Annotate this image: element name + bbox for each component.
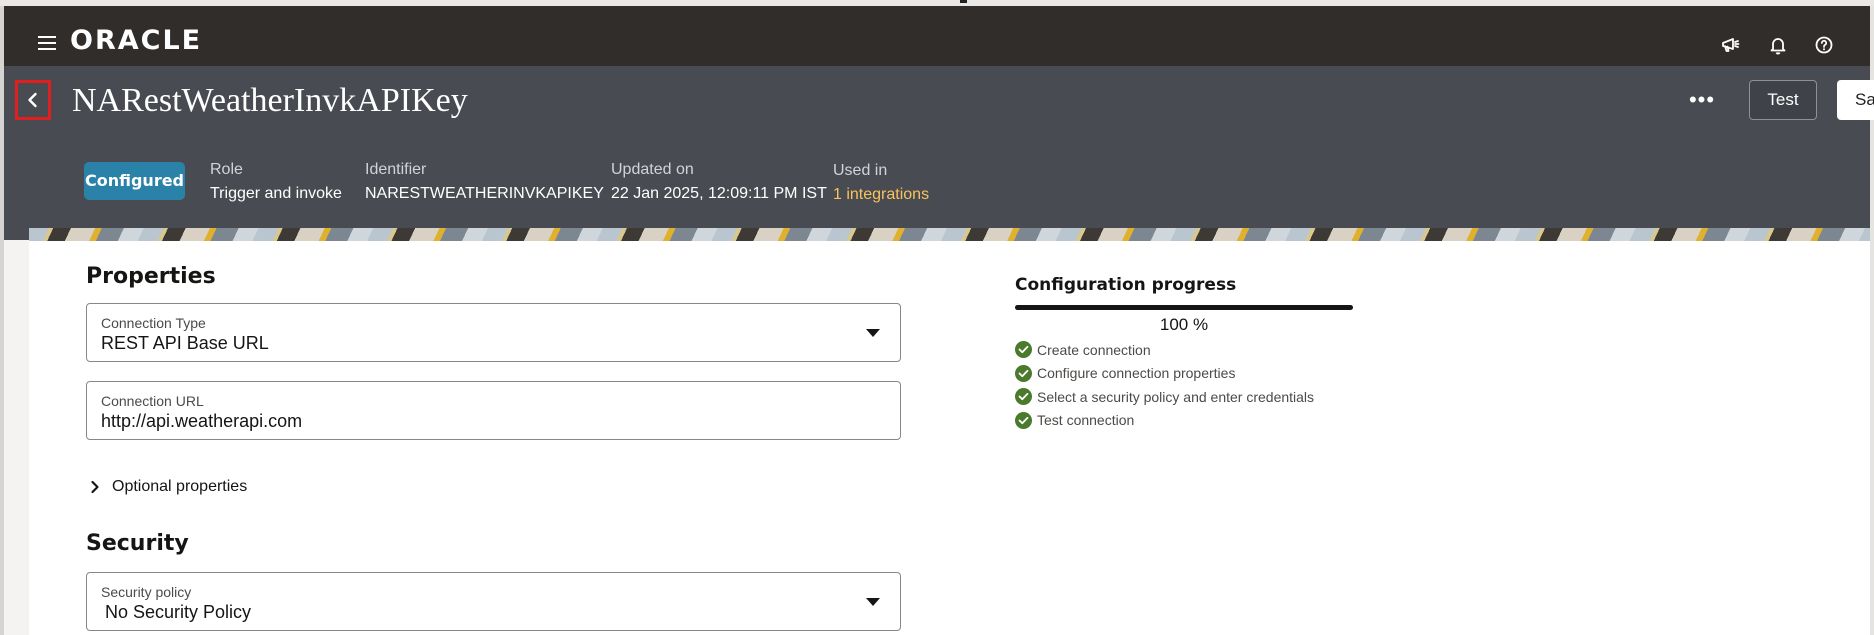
security-policy-value: No Security Policy bbox=[105, 602, 252, 622]
meta-used-in: Used in 1 integrations bbox=[833, 161, 929, 205]
check-circle-icon bbox=[1015, 411, 1032, 429]
security-policy-select[interactable]: Security policy No Security Policy bbox=[86, 572, 901, 631]
properties-heading: Properties bbox=[86, 264, 216, 289]
meta-updated: Updated on 22 Jan 2025, 12:09:11 PM IST bbox=[611, 160, 827, 204]
configuration-progress-title: Configuration progress bbox=[1015, 275, 1237, 295]
test-button[interactable]: Test bbox=[1749, 80, 1817, 120]
meta-role-label: Role bbox=[210, 161, 243, 178]
bell-icon[interactable] bbox=[1766, 33, 1790, 57]
check-circle-icon bbox=[1015, 388, 1032, 406]
page-header: NARestWeatherInvkAPIKey ••• Test Sa Conf… bbox=[4, 66, 1874, 240]
meta-identifier-label: Identifier bbox=[365, 161, 427, 178]
progress-step-label: Test connection bbox=[1037, 412, 1135, 429]
meta-used-in-label: Used in bbox=[833, 162, 888, 179]
meta-identifier: Identifier NARESTWEATHERINVKAPIKEY bbox=[365, 160, 604, 204]
connection-url-value: http://api.weatherapi.com bbox=[101, 411, 303, 431]
connection-url-label: Connection URL bbox=[101, 393, 204, 409]
back-button[interactable] bbox=[15, 80, 51, 120]
progress-step: Select a security policy and enter crede… bbox=[1015, 385, 1314, 409]
progress-bar bbox=[1015, 305, 1353, 310]
window-top-tick bbox=[960, 0, 967, 3]
meta-updated-value: 22 Jan 2025, 12:09:11 PM IST bbox=[611, 185, 827, 202]
meta-role: Role Trigger and invoke bbox=[210, 160, 342, 204]
meta-identifier-value: NARESTWEATHERINVKAPIKEY bbox=[365, 185, 604, 202]
menu-icon[interactable] bbox=[38, 36, 56, 50]
integrations-link[interactable]: 1 integrations bbox=[833, 185, 929, 205]
progress-bar-fill bbox=[1015, 305, 1353, 310]
oracle-logo: ORACLE bbox=[70, 25, 203, 56]
decorative-banner bbox=[29, 228, 1870, 241]
chevron-down-icon bbox=[866, 598, 880, 606]
progress-step: Configure connection properties bbox=[1015, 362, 1314, 386]
progress-step-label: Create connection bbox=[1037, 341, 1151, 358]
meta-role-value: Trigger and invoke bbox=[210, 185, 342, 202]
check-circle-icon bbox=[1015, 364, 1032, 382]
status-badge: Configured bbox=[84, 162, 185, 200]
save-button[interactable]: Sa bbox=[1837, 80, 1874, 120]
connection-type-select[interactable]: Connection Type REST API Base URL bbox=[86, 303, 901, 362]
progress-percent: 100 % bbox=[1159, 315, 1209, 334]
security-heading: Security bbox=[86, 531, 189, 556]
main-content: Properties Connection Type REST API Base… bbox=[29, 241, 1870, 635]
connection-url-field[interactable]: Connection URL http://api.weatherapi.com bbox=[86, 381, 901, 440]
optional-properties-toggle[interactable]: Optional properties bbox=[90, 475, 247, 499]
more-actions-button[interactable]: ••• bbox=[1684, 88, 1720, 118]
connection-type-value: REST API Base URL bbox=[101, 333, 269, 353]
meta-updated-label: Updated on bbox=[611, 161, 694, 178]
top-navigation-bar: ORACLE bbox=[4, 6, 1870, 66]
optional-properties-label: Optional properties bbox=[112, 478, 248, 495]
progress-step-label: Configure connection properties bbox=[1037, 365, 1236, 382]
progress-step: Create connection bbox=[1015, 338, 1314, 362]
help-icon[interactable] bbox=[1812, 33, 1836, 57]
progress-step-label: Select a security policy and enter crede… bbox=[1037, 388, 1315, 405]
page-title: NARestWeatherInvkAPIKey bbox=[72, 82, 468, 119]
progress-step: Test connection bbox=[1015, 409, 1314, 433]
chevron-right-icon bbox=[91, 480, 99, 494]
check-circle-icon bbox=[1015, 341, 1032, 359]
security-policy-label: Security policy bbox=[101, 584, 192, 600]
connection-type-label: Connection Type bbox=[101, 315, 206, 331]
megaphone-icon[interactable] bbox=[1719, 33, 1743, 57]
progress-steps: Create connection Configure connection p… bbox=[1015, 338, 1314, 432]
chevron-down-icon bbox=[866, 329, 880, 337]
chevron-left-icon bbox=[28, 92, 37, 108]
